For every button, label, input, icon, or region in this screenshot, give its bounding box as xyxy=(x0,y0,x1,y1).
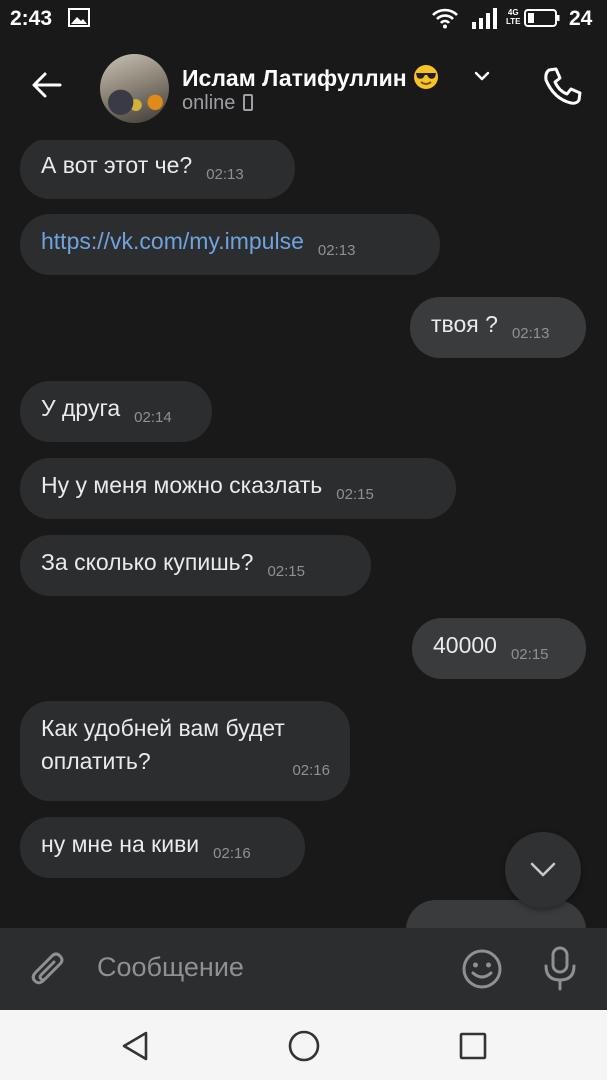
phone-icon[interactable] xyxy=(540,64,584,108)
message-bubble[interactable]: 40000 02:15 xyxy=(412,618,586,679)
message-text: А вот этот че? xyxy=(41,152,193,178)
message-bubble[interactable]: Ну у меня можно сказлать 02:15 xyxy=(20,458,456,519)
mobile-device-icon xyxy=(243,94,254,111)
message-text: Как удобней вам будет оплатить? xyxy=(41,715,285,774)
gallery-notification-icon xyxy=(68,8,90,27)
message-composer: Сообщение xyxy=(0,928,607,1010)
message-time: 02:16 xyxy=(213,845,251,862)
message-bubble[interactable]: За сколько купишь? 02:15 xyxy=(20,535,371,596)
message-bubble[interactable]: Как удобней вам будет оплатить? 02:16 xyxy=(20,701,350,801)
message-list[interactable]: А вот этот че? 02:13 https://vk.com/my.im… xyxy=(0,140,607,930)
presence-text: online xyxy=(182,92,236,114)
microphone-icon[interactable] xyxy=(540,945,580,993)
chat-header: Ислам Латифуллин online xyxy=(0,36,607,140)
message-text: У друга xyxy=(41,395,121,421)
message-time: 02:15 xyxy=(267,563,305,580)
status-time: 2:43 xyxy=(10,7,53,30)
paperclip-icon[interactable] xyxy=(28,948,68,992)
message-time: 02:15 xyxy=(336,486,374,503)
contact-name[interactable]: Ислам Латифуллин xyxy=(182,60,439,92)
avatar[interactable] xyxy=(100,54,169,123)
nav-recents-icon[interactable] xyxy=(459,1032,487,1060)
status-bar: 2:43 4G LTE 24 xyxy=(0,0,607,36)
wifi-icon xyxy=(432,8,458,29)
message-bubble[interactable]: ну мне на киви 02:16 xyxy=(20,817,305,878)
message-time: 02:15 xyxy=(510,646,549,663)
message-time: 02:13 xyxy=(206,166,244,183)
battery-level: 24 xyxy=(569,7,593,30)
message-bubble-partial[interactable] xyxy=(406,900,586,930)
message-bubble[interactable]: https://vk.com/my.impulse 02:13 xyxy=(20,214,440,275)
signal-icon xyxy=(472,8,497,29)
sunglasses-emoji-icon xyxy=(413,65,438,89)
message-text: твоя ? xyxy=(431,311,498,337)
message-time: 02:14 xyxy=(134,409,172,426)
message-bubble[interactable]: твоя ? 02:13 xyxy=(410,297,586,358)
message-time: 02:13 xyxy=(317,242,356,259)
message-text: ну мне на киви xyxy=(41,831,200,857)
battery-icon xyxy=(524,9,560,27)
scroll-to-bottom-button[interactable] xyxy=(505,832,581,908)
presence-status: online xyxy=(182,92,254,115)
message-bubble[interactable]: У друга 02:14 xyxy=(20,381,212,442)
network-type: 4G LTE xyxy=(506,8,521,26)
message-time: 02:16 xyxy=(292,762,330,779)
message-text: За сколько купишь? xyxy=(41,549,254,575)
chevron-down-icon[interactable] xyxy=(472,66,492,86)
nav-home-icon[interactable] xyxy=(287,1029,321,1063)
message-text: 40000 xyxy=(433,632,497,658)
chevron-down-icon xyxy=(530,862,556,877)
message-bubble[interactable]: А вот этот че? 02:13 xyxy=(20,140,295,199)
arrow-left-icon[interactable] xyxy=(26,64,68,106)
system-navigation-bar xyxy=(0,1010,607,1080)
message-text: Ну у меня можно сказлать xyxy=(41,472,323,498)
message-link[interactable]: https://vk.com/my.impulse xyxy=(41,228,304,254)
smiley-icon[interactable] xyxy=(460,947,504,991)
contact-name-text: Ислам Латифуллин xyxy=(182,65,407,91)
nav-back-icon[interactable] xyxy=(120,1030,150,1062)
message-input[interactable]: Сообщение xyxy=(97,952,244,983)
message-time: 02:13 xyxy=(511,325,550,342)
